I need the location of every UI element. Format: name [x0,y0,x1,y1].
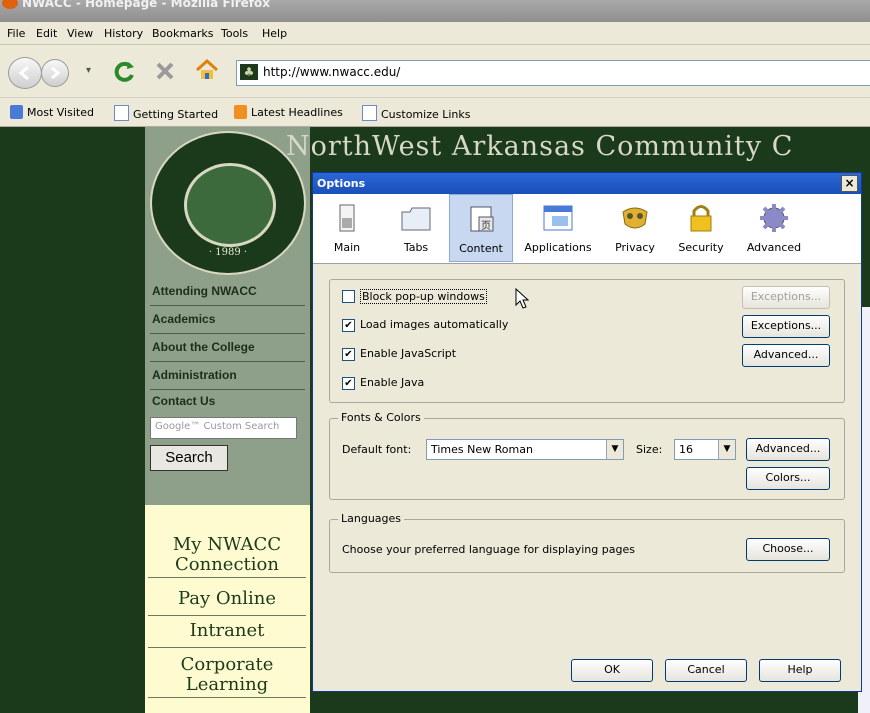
back-button[interactable] [8,57,42,89]
menu-bar: File Edit View History Bookmarks Tools H… [0,22,870,45]
pane-applications[interactable]: Applications [521,194,595,260]
history-dropdown-icon[interactable]: ▾ [86,65,91,76]
forward-button[interactable] [41,59,69,87]
images-exceptions-button[interactable]: Exceptions... [742,315,830,338]
menu-bookmarks[interactable]: Bookmarks [152,27,213,40]
bookmark-most-visited[interactable]: Most Visited [10,105,94,119]
dialog-close-button[interactable]: × [841,175,858,192]
quick-link-pay-online[interactable]: Pay Online [148,589,306,616]
enable-java-checkbox[interactable]: ✔ [342,377,355,390]
reload-icon[interactable] [112,59,138,83]
url-bar[interactable]: ♣ http://www.nwacc.edu/ [236,60,870,86]
preference-panes-bar: Main Tabs 页 Content Applications Privacy… [313,194,861,264]
ok-button[interactable]: OK [571,659,653,682]
choose-language-button[interactable]: Choose... [746,538,830,561]
load-images-label[interactable]: Load images automatically [360,318,508,331]
search-button[interactable]: Search [150,445,228,471]
bookmark-customize-links[interactable]: Customize Links [362,105,471,121]
menu-view[interactable]: View [67,27,93,40]
menu-help[interactable]: Help [262,27,287,40]
enable-javascript-label[interactable]: Enable JavaScript [360,347,456,360]
pane-tabs[interactable]: Tabs [391,194,441,260]
dropdown-arrow-icon: ▼ [606,440,623,459]
forward-arrow-icon [51,66,61,80]
page-icon [114,105,129,121]
quick-link-corporate-learning[interactable]: Corporate Learning [148,655,306,698]
url-text: http://www.nwacc.edu/ [263,65,401,79]
seal-year: · 1989 · [208,247,248,258]
dialog-title-bar: Options × [313,173,861,194]
svg-text:页: 页 [481,220,491,232]
pane-content[interactable]: 页 Content [449,194,513,262]
menu-edit[interactable]: Edit [36,27,57,40]
pane-privacy[interactable]: Privacy [609,194,661,260]
help-button[interactable]: Help [759,659,841,682]
navigation-toolbar: ▾ ♣ http://www.nwacc.edu/ [0,45,870,97]
pane-security[interactable]: Security [673,194,729,260]
menu-tools[interactable]: Tools [221,27,248,40]
languages-description: Choose your preferred language for displ… [342,543,635,556]
rss-feed-icon [234,105,247,119]
fonts-colors-group: Fonts & Colors Default font: Times New R… [329,411,845,500]
seal-tree-icon [184,163,276,247]
nav-attending[interactable]: Attending NWACC [150,279,305,306]
bookmarks-toolbar: Most Visited Getting Started Latest Head… [0,98,870,127]
google-search-input[interactable]: Google™ Custom Search [150,417,297,439]
menu-history[interactable]: History [104,27,143,40]
advanced-gear-icon [760,204,788,232]
most-visited-icon [10,105,23,119]
college-seal-logo: · 1989 · [150,131,306,275]
enable-java-label[interactable]: Enable Java [360,376,424,389]
quick-link-my-nwacc[interactable]: My NWACC Connection [148,535,306,578]
default-font-label: Default font: [342,443,412,456]
window-title: NWACC - Homepage - Mozilla Firefox [22,0,271,10]
firefox-logo-icon [2,0,18,9]
cancel-button[interactable]: Cancel [665,659,747,682]
applications-icon [543,205,573,231]
pane-main[interactable]: Main [325,194,369,260]
fonts-colors-group-label: Fonts & Colors [338,411,424,424]
javascript-advanced-button[interactable]: Advanced... [742,344,830,367]
block-popups-label[interactable]: Block pop-up windows [360,289,487,304]
stop-icon[interactable] [154,60,176,82]
dialog-title: Options [317,177,366,190]
languages-group: Languages Choose your preferred language… [329,512,845,573]
popup-exceptions-button[interactable]: Exceptions... [742,286,830,309]
site-favicon-icon: ♣ [240,64,258,80]
back-arrow-icon [18,65,29,81]
colors-button[interactable]: Colors... [746,467,830,490]
font-size-label: Size: [636,443,663,456]
page-icon [362,105,377,121]
options-dialog: Options × Main Tabs 页 Content Applicatio… [312,172,862,692]
font-size-select[interactable]: 16 ▼ [674,439,736,460]
home-icon[interactable] [195,59,219,81]
enable-javascript-checkbox[interactable]: ✔ [342,348,355,361]
dropdown-arrow-icon: ▼ [718,440,735,459]
menu-file[interactable]: File [7,27,25,40]
bookmark-latest-headlines[interactable]: Latest Headlines [234,105,343,119]
nav-administration[interactable]: Administration [150,363,305,390]
privacy-mask-icon [622,207,648,229]
load-images-checkbox[interactable]: ✔ [342,319,355,332]
default-font-select[interactable]: Times New Roman ▼ [426,439,624,460]
site-banner-title: NorthWest Arkansas Community C [286,131,794,162]
mouse-cursor-icon [515,288,530,309]
tabs-icon [401,207,431,231]
bookmark-getting-started[interactable]: Getting Started [114,105,218,121]
content-page-icon: 页 [470,206,494,232]
nav-contact[interactable]: Contact Us [150,389,305,415]
nav-academics[interactable]: Academics [150,307,305,334]
pane-advanced[interactable]: Advanced [741,194,807,260]
main-switch-icon [339,204,355,232]
security-lock-icon [690,205,712,232]
window-title-bar: NWACC - Homepage - Mozilla Firefox [0,0,870,22]
block-popups-checkbox[interactable] [342,290,355,303]
languages-group-label: Languages [338,512,405,525]
fonts-advanced-button[interactable]: Advanced... [746,438,830,461]
nav-about[interactable]: About the College [150,335,305,362]
quick-link-intranet[interactable]: Intranet [148,621,306,648]
content-options-group: Block pop-up windows ✔ Load images autom… [329,279,845,403]
